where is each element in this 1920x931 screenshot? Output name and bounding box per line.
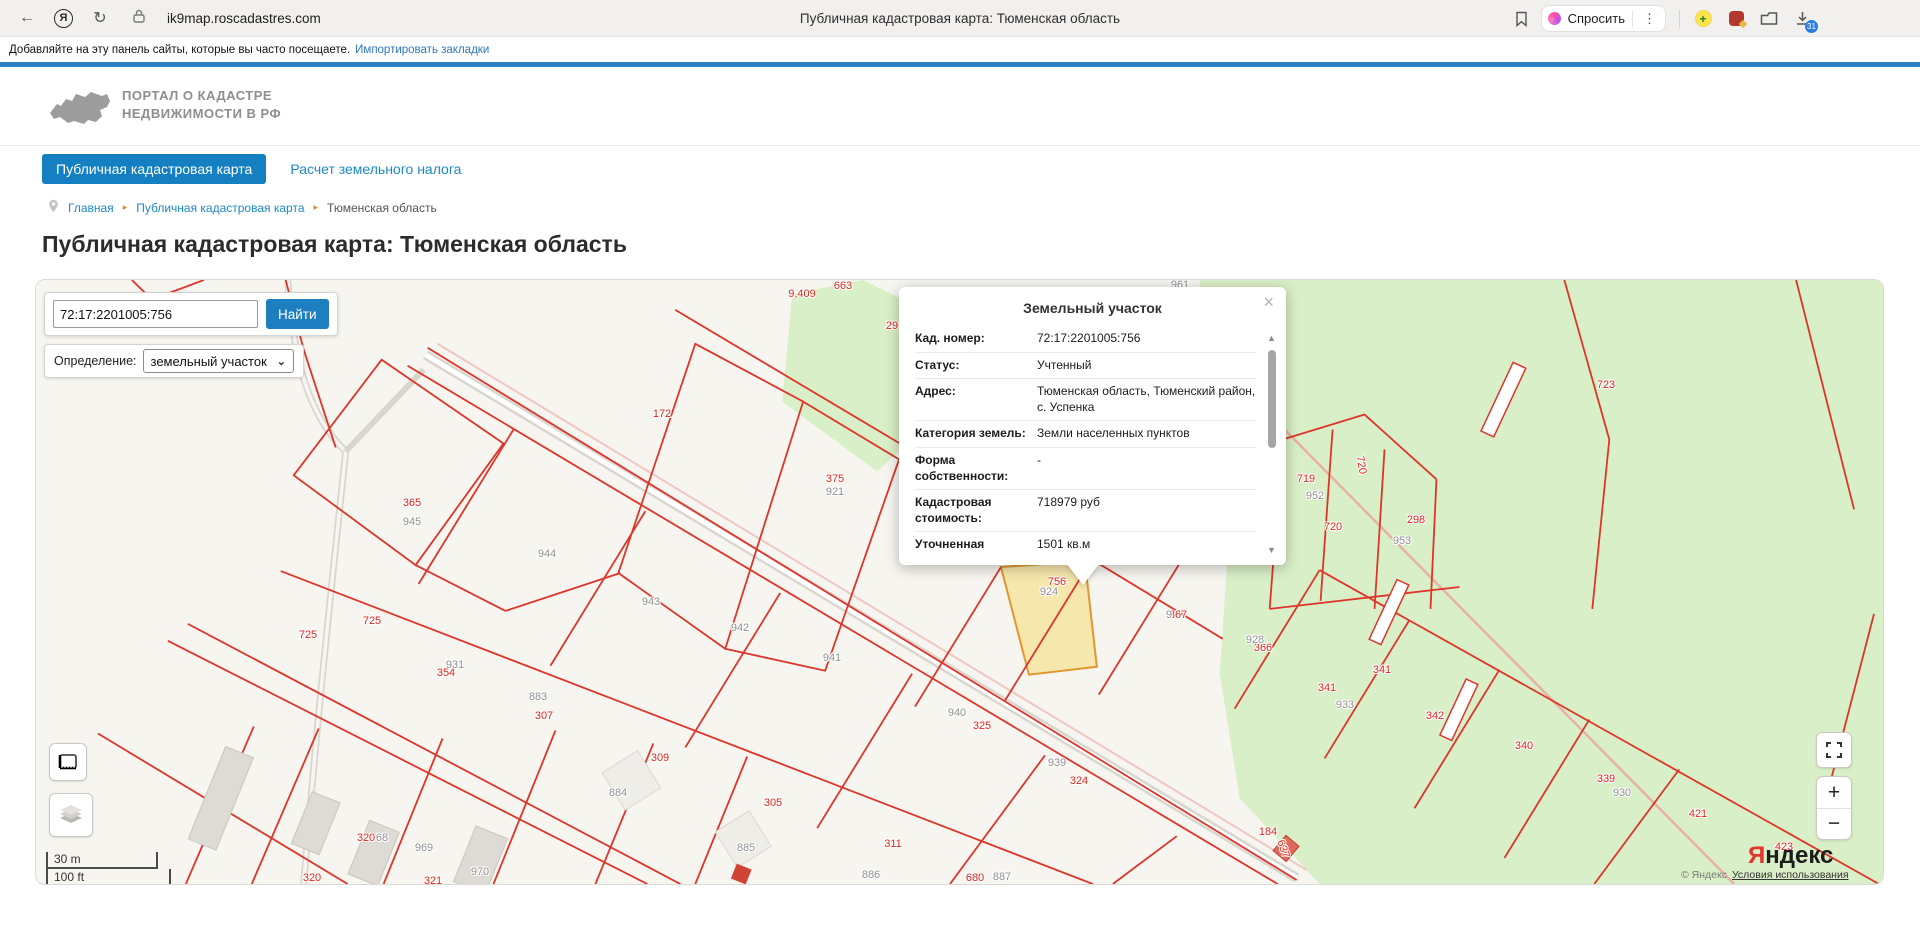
breadcrumb-current: Тюменская область	[327, 201, 437, 215]
page-heading: Публичная кадастровая карта: Тюменская о…	[42, 231, 1920, 258]
popup-row-label: Категория земель:	[915, 426, 1037, 442]
page-title-bar: Публичная кадастровая карта: Тюменская о…	[800, 11, 1120, 26]
fullscreen-icon	[1826, 742, 1842, 758]
copyright-text: © Яндекс	[1681, 869, 1727, 881]
popup-row-value: 1501 кв.м	[1037, 537, 1256, 554]
fullscreen-button[interactable]	[1816, 732, 1852, 768]
search-button[interactable]: Найти	[266, 299, 329, 329]
location-pin-icon	[48, 199, 59, 216]
popup-row-label: Кадастровая стоимость:	[915, 495, 1037, 526]
chevron-down-icon: ⌄	[277, 355, 286, 368]
popup-row-label: Адрес:	[915, 384, 1037, 415]
popup-row-value: Учтенный	[1037, 358, 1256, 374]
scroll-up-icon[interactable]: ▲	[1267, 333, 1276, 343]
extension-adguard-icon[interactable]: +	[1693, 9, 1713, 29]
popup-row-value: Тюменская область, Тюменский район, с. У…	[1037, 384, 1256, 415]
terms-of-use-link[interactable]: Условия использования	[1732, 869, 1849, 881]
map-attribution: © Яндекс Условия использования	[1681, 869, 1849, 881]
layers-button[interactable]	[49, 793, 93, 837]
menu-kebab-icon[interactable]: ⋮	[1640, 11, 1659, 27]
popup-row-label: Уточненная площадь:	[915, 537, 1037, 554]
zoom-controls: + −	[1816, 776, 1852, 840]
bookmarks-hint-text: Добавляйте на эту панель сайты, которые …	[9, 44, 350, 56]
bookmarks-hint-bar: Добавляйте на эту панель сайты, которые …	[0, 37, 1920, 62]
object-type-select[interactable]: земельный участок ⌄	[143, 349, 294, 373]
measure-button[interactable]	[49, 743, 87, 781]
popup-row: Кад. номер:72:17:2201005:756	[915, 326, 1256, 353]
tab-land-tax-calc[interactable]: Расчет земельного налога	[290, 161, 461, 177]
breadcrumb-link[interactable]: Публичная кадастровая карта	[136, 201, 304, 215]
scale-bar: 30 m 100 ft	[46, 852, 158, 884]
forest-area	[1200, 280, 1883, 884]
popup-row-label: Кад. номер:	[915, 331, 1037, 347]
bookmark-icon[interactable]	[1515, 11, 1528, 27]
lock-icon	[133, 9, 145, 28]
reload-icon[interactable]: ↻	[87, 5, 113, 31]
zoom-out-button[interactable]: −	[1817, 808, 1851, 839]
popup-row: Уточненная площадь:1501 кв.м	[915, 532, 1256, 554]
parcel-info-popup: Земельный участок × Кад. номер:72:17:220…	[899, 287, 1286, 565]
logo-line1: ПОРТАЛ О КАДАСТРЕ	[122, 87, 281, 105]
popup-row: Статус:Учтенный	[915, 353, 1256, 380]
breadcrumb: Главная ▸ Публичная кадастровая карта ▸ Тюме…	[48, 199, 1920, 216]
zoom-in-button[interactable]: +	[1817, 777, 1851, 808]
popup-row-label: Форма собственности:	[915, 453, 1037, 484]
address-bar[interactable]: ik9map.roscadastres.com	[167, 11, 321, 26]
downloads-badge: 31	[1805, 20, 1818, 33]
popup-row-value: 72:17:2201005:756	[1037, 331, 1256, 347]
popup-row: Адрес:Тюменская область, Тюменский район…	[915, 379, 1256, 421]
popup-row: Категория земель:Земли населенных пункто…	[915, 421, 1256, 448]
scale-imperial: 100 ft	[46, 869, 171, 884]
extension-red-icon[interactable]	[1726, 9, 1746, 29]
browser-toolbar: ← Я ↻ ik9map.roscadastres.com Публичная …	[0, 0, 1920, 37]
import-bookmarks-link[interactable]: Импортировать закладки	[355, 44, 489, 56]
breadcrumb-separator-icon: ▸	[123, 202, 128, 213]
yandex-maps-logo[interactable]: Яндекс	[1748, 842, 1833, 870]
popup-title: Земельный участок	[899, 287, 1286, 316]
header-divider	[0, 145, 1920, 146]
site-header: ПОРТАЛ О КАДАСТРЕ НЕДВИЖИМОСТИ В РФ	[48, 75, 1920, 135]
map-container: 6639,40929172375365725725354307309305311…	[35, 279, 1884, 885]
close-icon[interactable]: ×	[1263, 293, 1274, 311]
breadcrumb-link[interactable]: Главная	[68, 201, 114, 215]
layers-icon	[58, 803, 84, 827]
downloads-icon[interactable]: 31	[1792, 9, 1812, 29]
popup-scrollbar[interactable]: ▲ ▼	[1265, 333, 1279, 555]
popup-pointer	[1067, 564, 1099, 585]
popup-row-label: Статус:	[915, 358, 1037, 374]
popup-row: Кадастровая стоимость:718979 руб	[915, 490, 1256, 532]
site-tabs: Публичная кадастровая карта Расчет земел…	[42, 153, 1920, 184]
filter-label: Определение:	[54, 354, 137, 368]
scale-metric: 30 m	[46, 852, 158, 869]
ask-alice-button[interactable]: Спросить ⋮	[1541, 5, 1666, 32]
popup-row: Форма собственности:-	[915, 448, 1256, 490]
popup-row-value: -	[1037, 453, 1256, 484]
search-input[interactable]	[53, 300, 258, 328]
tab-groups-icon[interactable]	[1759, 9, 1779, 29]
yandex-browser-icon[interactable]: Я	[54, 9, 73, 28]
breadcrumb-separator-icon: ▸	[314, 202, 319, 213]
scroll-thumb[interactable]	[1268, 350, 1276, 448]
alice-spark-icon	[1548, 12, 1561, 25]
tab-public-cadastral-map[interactable]: Публичная кадастровая карта	[42, 154, 266, 184]
filter-panel: Определение: земельный участок ⌄	[44, 344, 304, 378]
scroll-down-icon[interactable]: ▼	[1267, 545, 1276, 555]
logo-line2: НЕДВИЖИМОСТИ В РФ	[122, 105, 281, 123]
back-icon[interactable]: ←	[14, 5, 40, 31]
ruler-icon	[58, 753, 78, 771]
popup-row-value: Земли населенных пунктов	[1037, 426, 1256, 442]
russia-map-logo-icon	[48, 81, 110, 129]
popup-rows: Кад. номер:72:17:2201005:756Статус:Учтен…	[915, 326, 1256, 554]
search-panel: Найти	[44, 292, 338, 336]
popup-row-value: 718979 руб	[1037, 495, 1256, 526]
